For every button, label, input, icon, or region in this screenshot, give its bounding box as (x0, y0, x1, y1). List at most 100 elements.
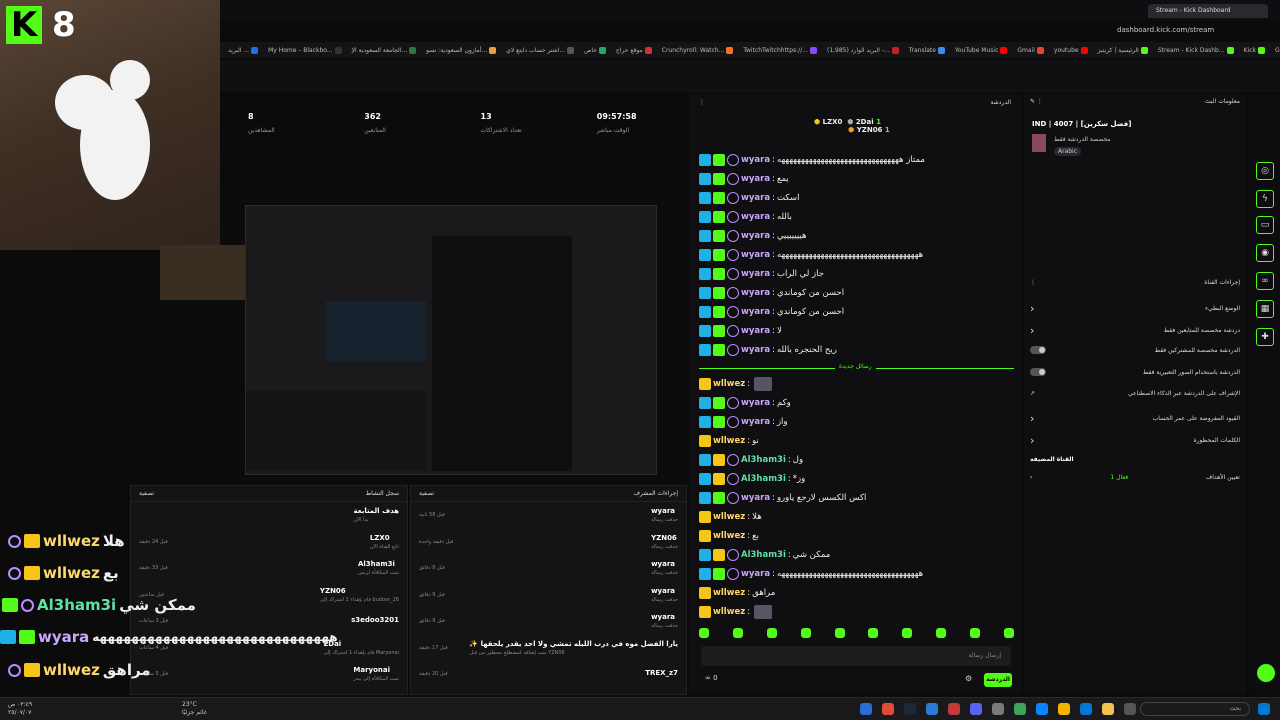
emote-icon[interactable] (936, 628, 947, 638)
stream-preview[interactable] (245, 205, 657, 475)
wrench-icon[interactable]: ✚ (1256, 328, 1274, 346)
app-icon[interactable] (926, 703, 938, 715)
chat-message[interactable]: wllwez: بع (699, 528, 759, 544)
chat-username[interactable]: Al3ham3i (741, 474, 786, 484)
emote-icon[interactable] (902, 628, 913, 638)
chat-message[interactable]: wyara: ههههههههههههههههههههههههههههههههه… (699, 566, 923, 582)
chat-username[interactable]: wllwez (713, 379, 745, 389)
chat-icon[interactable]: ◉ (1256, 244, 1274, 262)
discord-icon[interactable] (970, 703, 982, 715)
link-icon[interactable]: ∞ (1256, 272, 1274, 290)
start-icon[interactable] (1258, 703, 1270, 715)
panel-row[interactable]: هدف المتابعة بدأ الآن (131, 502, 407, 529)
chat-message[interactable]: wllwez: (699, 604, 773, 620)
channel-action-item[interactable]: › الكلمات المحظورة (1030, 434, 1240, 447)
settings-icon[interactable]: ⚙ (965, 674, 972, 683)
chat-username[interactable]: wyara (741, 398, 770, 408)
kebab-icon[interactable]: ⋮ (1030, 279, 1036, 286)
chat-username[interactable]: wyara (741, 231, 770, 241)
kebab-icon[interactable]: ⋮ (699, 99, 705, 106)
chat-message[interactable]: wllwez: مراهق (699, 585, 775, 601)
chat-username[interactable]: wllwez (713, 588, 745, 598)
chat-message[interactable]: wyara: بالله (699, 209, 792, 225)
bookmark-item[interactable]: الجامعة السعودية الإ... (352, 46, 417, 54)
bookmark-item[interactable]: Translate (909, 46, 945, 54)
chat-username[interactable]: wyara (741, 193, 770, 203)
chat-send-button[interactable]: الدردشة (984, 673, 1012, 687)
chat-username[interactable]: wllwez (713, 512, 745, 522)
chat-username[interactable]: Al3ham3i (741, 550, 786, 560)
app-icon[interactable] (882, 703, 894, 715)
chat-message[interactable]: wyara: اكس الكسس لارجع ياورو (699, 490, 866, 506)
toggle-switch[interactable] (1030, 368, 1046, 376)
bookmark-item[interactable]: Kick (1244, 46, 1265, 54)
panel-row[interactable]: قبل 9 دقائق wyara حذفت رسالة (411, 608, 686, 635)
steam-icon[interactable] (904, 703, 916, 715)
channel-action-item[interactable]: الدردشة مخصصة للمشتركين فقط (1030, 346, 1240, 354)
lightning-icon[interactable]: ϟ (1256, 190, 1274, 208)
emote-icon[interactable] (699, 628, 709, 638)
edit-icon[interactable]: ✎ ⋮ (1030, 98, 1043, 105)
app-icon[interactable] (948, 703, 960, 715)
folder-icon[interactable] (1102, 703, 1114, 715)
panel-row[interactable]: قبل 8 دقائق wyara حذفت رسالة (411, 555, 686, 582)
bookmark-item[interactable]: أمازون السعودية: تسو... (426, 46, 497, 54)
app-icon[interactable] (992, 703, 1004, 715)
chat-username[interactable]: wyara (741, 417, 770, 427)
emote-icon[interactable] (834, 628, 845, 638)
goals-row[interactable]: › فعال 1 تعيين الأهداف (1030, 474, 1240, 481)
chat-message[interactable]: wllwez: نو (699, 433, 759, 449)
bookmark-item[interactable]: موقع حراج (616, 46, 652, 54)
chat-message[interactable]: wyara: ريح الحنجره بالله (699, 342, 837, 358)
chat-message[interactable]: Al3ham3i: ول (699, 452, 803, 468)
chat-username[interactable]: wllwez (713, 436, 745, 446)
tab-kick-dashboard[interactable]: Stream - Kick Dashboard (1148, 4, 1268, 18)
chat-message[interactable]: wyara: واز (699, 414, 788, 430)
emote-icon[interactable] (970, 628, 980, 638)
channel-action-item[interactable]: ↗ الإشراف على الدردشة عبر الذكاء الاصطناع… (1030, 390, 1240, 397)
chat-message[interactable]: Al3ham3i: *وز (699, 471, 805, 487)
grid-icon[interactable]: ▦ (1256, 300, 1274, 318)
panel-row[interactable]: قبل 17 دقيقة ✨ يارا الفضل موه في درب اللي… (411, 635, 686, 662)
bookmark-item[interactable]: Stream - Kick Dashb... (1158, 46, 1234, 54)
chat-message[interactable]: wyara: جاز لي الراب (699, 266, 824, 282)
bookmark-item[interactable]: My Home – Blackbo... (268, 46, 342, 54)
channel-action-item[interactable]: › القيود المفروضة على عمر الحساب (1030, 412, 1240, 425)
bookmark-item[interactable]: الرئيسية | كريتيز (1098, 46, 1148, 54)
chat-username[interactable]: wllwez (713, 531, 745, 541)
filter-button[interactable]: تصفية (419, 490, 434, 497)
panel-row[interactable]: قبل 58 ثانية wyara حذفت رسالة (411, 502, 686, 529)
channel-action-item[interactable]: › دردشة مخصصة للمتابعين فقط (1030, 324, 1240, 337)
filter-button[interactable]: تصفية (139, 490, 154, 497)
chat-username[interactable]: wyara (741, 250, 770, 260)
chat-username[interactable]: wyara (741, 269, 770, 279)
panel-row[interactable]: قبل دقيقة واحدة YZN06 حذفت رسالة (411, 529, 686, 556)
chat-username[interactable]: wyara (741, 155, 770, 165)
taskbar-search[interactable]: بحث (1140, 702, 1250, 716)
chat-message[interactable]: Al3ham3i: ممكن شي (699, 547, 830, 563)
chat-message[interactable]: wyara: احسن من كوماندي (699, 304, 844, 320)
chat-username[interactable]: wyara (741, 493, 770, 503)
chat-message[interactable]: wyara: هيييييييي (699, 228, 806, 244)
emote-icon[interactable] (732, 628, 743, 638)
chat-message[interactable]: wyara: اسكت (699, 190, 799, 206)
quick-emotes[interactable] (699, 628, 1014, 642)
emote-icon[interactable] (1003, 628, 1014, 638)
store-icon[interactable] (1080, 703, 1092, 715)
address-bar[interactable]: dashboard.kick.com/stream (1117, 26, 1214, 34)
toggle-switch[interactable] (1030, 346, 1046, 354)
external-link-icon[interactable]: ↗ (1030, 390, 1035, 397)
chat-message[interactable]: wyara: ههههههههههههههههههههههههههههههههه… (699, 247, 923, 263)
bookmark-item[interactable]: اشتر حساب دايتع لاي... (506, 46, 575, 54)
emote-icon[interactable] (800, 628, 811, 638)
edge-icon[interactable] (1036, 703, 1048, 715)
bookmark-item[interactable]: TwitchTwitchhttps://... (743, 46, 817, 54)
chevron-right-icon[interactable]: › (1030, 324, 1034, 337)
panel-row[interactable]: قبل 20 دقيقة TREX_z7 (411, 661, 686, 688)
bookmark-item[interactable]: youtube (1054, 46, 1088, 54)
taskview-icon[interactable] (1124, 703, 1136, 715)
bookmark-item[interactable]: Crunchyroll: Watch... (662, 46, 734, 54)
chat-username[interactable]: wyara (741, 288, 770, 298)
panel-row[interactable]: قبل 9 دقائق wyara حذفت رسالة (411, 582, 686, 609)
emote-icon[interactable] (766, 628, 777, 638)
